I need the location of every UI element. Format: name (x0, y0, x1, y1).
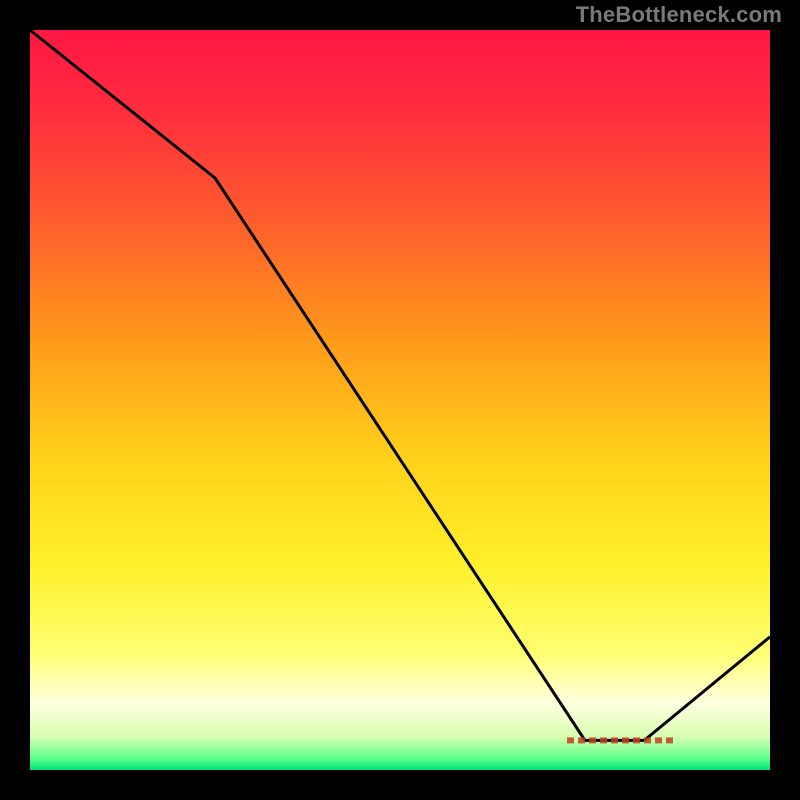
chart-frame: TheBottleneck.com (0, 0, 800, 800)
watermark-label: TheBottleneck.com (576, 2, 782, 28)
chart-svg (0, 0, 800, 800)
plot-background (30, 30, 770, 770)
